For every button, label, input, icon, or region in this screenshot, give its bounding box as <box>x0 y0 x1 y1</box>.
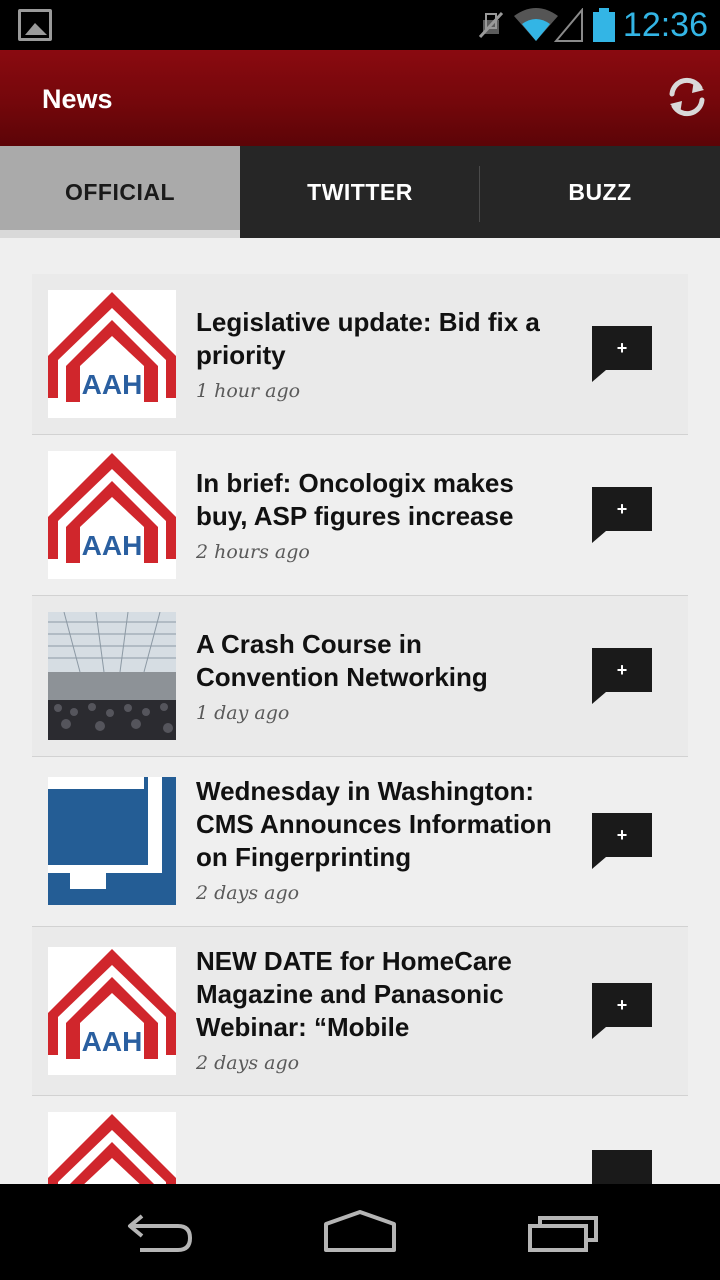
list-item[interactable]: A Crash Course in Convention Networking … <box>32 596 688 757</box>
add-comment-button[interactable]: + <box>592 983 652 1039</box>
image-notification-icon <box>18 9 52 41</box>
aah-logo-thumbnail: AAH <box>48 451 176 579</box>
add-comment-button[interactable]: + <box>592 648 652 704</box>
home-icon[interactable] <box>320 1204 400 1258</box>
aah-logo-thumbnail: AAH <box>48 947 176 1075</box>
aah-logo-thumbnail: AAH <box>48 290 176 418</box>
news-list: AAH Legislative update: Bid fix a priori… <box>32 274 688 1184</box>
page-title: News <box>42 84 113 114</box>
add-comment-button[interactable] <box>592 1150 652 1184</box>
list-item[interactable]: AAH In brief: Oncologix makes buy, ASP f… <box>32 435 688 596</box>
aah-logo-icon: AAH <box>48 290 176 418</box>
app-bar: News <box>0 50 720 146</box>
svg-text:AAH: AAH <box>82 1026 143 1057</box>
svg-text:+: + <box>617 995 628 1015</box>
signal-icon <box>554 8 583 42</box>
add-comment-button[interactable]: + <box>592 487 652 543</box>
svg-text:+: + <box>617 660 628 680</box>
refresh-icon[interactable] <box>664 74 710 120</box>
aah-logo-icon: AAH <box>48 947 176 1075</box>
tab-twitter-label: TWITTER <box>307 178 413 205</box>
list-item[interactable]: Wednesday in Washington: CMS Announces I… <box>32 757 688 927</box>
list-item[interactable]: AAH NEW DATE for HomeCare Magazine and P… <box>32 927 688 1096</box>
news-title: In brief: Oncologix makes buy, ASP figur… <box>196 468 514 531</box>
aah-logo-icon <box>48 1112 176 1184</box>
news-title: Legislative update: Bid fix a priority <box>196 307 540 370</box>
wifi-icon <box>514 8 558 41</box>
aah-logo-thumbnail <box>48 1112 176 1184</box>
news-list-container[interactable]: AAH Legislative update: Bid fix a priori… <box>0 238 720 1184</box>
tab-buzz-label: BUZZ <box>568 178 632 205</box>
navigation-bar <box>0 1184 720 1280</box>
aah-logo-icon: AAH <box>48 451 176 579</box>
list-item[interactable] <box>32 1096 688 1184</box>
news-timestamp: 2 days ago <box>196 882 300 904</box>
blue-monitor-thumbnail <box>48 777 176 905</box>
svg-text:+: + <box>617 825 628 845</box>
news-timestamp: 2 hours ago <box>196 541 310 563</box>
news-timestamp: 1 hour ago <box>196 380 301 402</box>
clock: 12:36 <box>622 6 708 44</box>
status-bar: 12:36 <box>0 0 720 50</box>
tab-official-label: OFFICIAL <box>64 178 176 205</box>
add-comment-button[interactable]: + <box>592 326 652 382</box>
tab-bar: OFFICIAL TWITTER BUZZ <box>0 146 720 238</box>
news-title: A Crash Course in Convention Networking <box>196 629 488 692</box>
list-item[interactable]: AAH Legislative update: Bid fix a priori… <box>32 274 688 435</box>
add-comment-button[interactable]: + <box>592 813 652 869</box>
tab-twitter[interactable]: TWITTER <box>240 146 480 238</box>
tab-buzz[interactable]: BUZZ <box>480 146 720 238</box>
svg-text:+: + <box>617 499 628 519</box>
news-title: Wednesday in Washington: CMS Announces I… <box>196 776 552 872</box>
news-title: NEW DATE for HomeCare Magazine and Panas… <box>196 946 512 1042</box>
svg-text:+: + <box>617 338 628 358</box>
tab-official[interactable]: OFFICIAL <box>0 146 240 238</box>
svg-text:AAH: AAH <box>82 530 143 561</box>
back-icon[interactable] <box>120 1204 200 1258</box>
mute-icon <box>478 11 504 39</box>
battery-icon <box>593 8 615 42</box>
convention-hall-photo <box>48 612 176 740</box>
news-timestamp: 2 days ago <box>196 1052 300 1074</box>
news-timestamp: 1 day ago <box>196 702 290 724</box>
recent-apps-icon[interactable] <box>522 1204 602 1258</box>
svg-text:AAH: AAH <box>82 369 143 400</box>
